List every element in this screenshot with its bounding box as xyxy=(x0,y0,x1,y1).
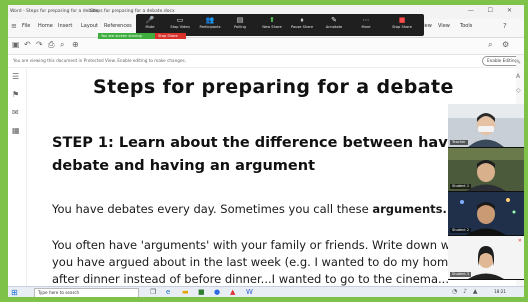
tab-file[interactable]: File xyxy=(22,23,30,29)
participant-video-panel: Teacher Student 1 Student 2 Student 3 ✕ xyxy=(448,104,524,280)
document-page[interactable]: Steps for preparing for a debate STEP 1:… xyxy=(28,68,498,286)
outline-icon[interactable]: ☰ xyxy=(12,72,19,81)
thumbnail-icon[interactable]: ▦ xyxy=(12,126,20,135)
style-icon[interactable]: A xyxy=(516,73,520,80)
pause-icon: ⏸ xyxy=(300,16,304,24)
more-button[interactable]: ⋯ More xyxy=(354,16,378,30)
store-icon[interactable]: ■ xyxy=(198,288,205,297)
step1-heading-line2: debate and having an argument xyxy=(52,158,315,174)
participant-tile[interactable]: Student 3 ✕ xyxy=(448,236,524,279)
windows-start-icon[interactable]: ⊞ xyxy=(11,288,18,297)
toolbar: ▣ ↶ ↷ ⎙ ⌕ ⊕ ⌕ ⚙ xyxy=(8,38,524,55)
shape-icon[interactable]: ◇ xyxy=(516,87,521,94)
mic-icon: 🎤 xyxy=(145,16,155,24)
participant-tile[interactable]: Student 2 xyxy=(448,192,524,235)
stop-share-icon: ■ xyxy=(398,16,406,24)
screen-sharing-indicator: You are screen sharing xyxy=(98,33,155,39)
paragraph-2-line2: you have argued about in the last week (… xyxy=(52,255,484,269)
system-tray-icons[interactable]: ◔ ♪ ▲ xyxy=(452,288,480,295)
poll-icon: ▤ xyxy=(236,16,244,24)
tab-home[interactable]: Home xyxy=(38,23,53,29)
paragraph-1-bold: arguments. xyxy=(372,202,447,216)
participants-icon: 👥 xyxy=(205,16,215,24)
more-icon: ⋯ xyxy=(362,16,370,24)
settings-icon[interactable]: ⚙ xyxy=(502,40,509,49)
save-icon[interactable]: ▣ xyxy=(12,40,20,49)
participant-name: Student 2 xyxy=(450,228,472,233)
step1-heading-line1: STEP 1: Learn about the difference betwe… xyxy=(52,135,489,151)
share-icon: ⬆ xyxy=(269,16,275,24)
zoom-icon[interactable]: ⊕ xyxy=(72,40,79,49)
file-explorer-icon[interactable]: ▬ xyxy=(182,288,189,297)
window-controls[interactable]: — ☐ ✕ xyxy=(468,7,518,14)
bookmark-icon[interactable]: ⚑ xyxy=(12,90,19,99)
windows-taskbar: ⊞ Type here to search ❐ e ▬ ■ ● ▲ W ◔ ♪ … xyxy=(8,286,524,297)
comment-icon[interactable]: ✉ xyxy=(12,108,19,117)
paragraph-1-text: You have debates every day. Sometimes yo… xyxy=(52,202,373,216)
participants-button[interactable]: 👥 Participants xyxy=(198,16,222,30)
paragraph-2-line1: You often have 'arguments' with your fam… xyxy=(52,238,469,252)
stop-share-strip-button[interactable]: Stop Share xyxy=(155,33,186,39)
window-title: Word - Steps for preparing for a debate xyxy=(10,9,99,14)
annotate-button[interactable]: ✎ Annotate xyxy=(322,16,346,30)
search-icon[interactable]: ⌕ xyxy=(488,40,492,50)
pause-share-button[interactable]: ⏸ Pause Share xyxy=(290,16,314,30)
redo-icon[interactable]: ↷ xyxy=(36,40,43,49)
taskbar-clock: 18:21 xyxy=(494,289,507,294)
participant-tile[interactable]: Teacher xyxy=(448,104,524,147)
paragraph-2-line3: after dinner instead of before dinner...… xyxy=(52,272,449,286)
task-view-icon[interactable]: ❐ xyxy=(150,288,156,297)
protected-view-bar: You are viewing this document in Protect… xyxy=(8,55,524,68)
taskbar-search-input[interactable]: Type here to search xyxy=(34,288,139,297)
document-heading: Steps for preparing for a debate xyxy=(93,76,454,98)
paragraph-1: You have debates every day. Sometimes yo… xyxy=(52,202,447,216)
screen: Word - Steps for preparing for a debate … xyxy=(8,5,524,297)
left-sidebar: ☰ ⚑ ✉ ▦ xyxy=(8,68,27,286)
polling-button[interactable]: ▤ Polling xyxy=(228,16,252,30)
edit-icon[interactable]: ✎ xyxy=(516,59,521,66)
annotate-icon: ✎ xyxy=(331,16,337,24)
zoom-app-icon[interactable]: ● xyxy=(214,288,220,297)
stop-share-button[interactable]: ■ Stop Share xyxy=(390,16,414,30)
tab-layout[interactable]: Layout xyxy=(81,23,98,29)
help-icon[interactable]: ? xyxy=(503,22,507,30)
tab-view[interactable]: View xyxy=(438,23,450,29)
mute-button[interactable]: 🎤 Mute xyxy=(138,16,162,30)
new-share-button[interactable]: ⬆ New Share xyxy=(260,16,284,30)
tab-tools[interactable]: Tools xyxy=(460,23,472,29)
participant-tile[interactable]: Student 1 xyxy=(448,148,524,191)
find-icon[interactable]: ⌕ xyxy=(60,40,64,50)
pdf-app-icon[interactable]: ▲ xyxy=(230,288,235,297)
print-icon[interactable]: ⎙ xyxy=(48,40,54,50)
menu-icon[interactable]: ≡ xyxy=(11,22,17,30)
notice-text: You are viewing this document in Protect… xyxy=(13,58,186,63)
edge-browser-icon[interactable]: e xyxy=(166,288,170,297)
stop-video-button[interactable]: ▭ Stop Video xyxy=(168,16,192,30)
muted-mic-icon: ✕ xyxy=(517,238,522,244)
word-app-icon[interactable]: W xyxy=(246,288,253,297)
tab-references[interactable]: References xyxy=(104,23,132,29)
participant-name: Student 3 xyxy=(450,272,472,277)
participant-name: Student 1 xyxy=(450,184,472,189)
tab-insert[interactable]: Insert xyxy=(58,23,72,29)
participant-name: Teacher xyxy=(450,140,468,145)
undo-icon[interactable]: ↶ xyxy=(24,40,31,49)
video-icon: ▭ xyxy=(176,16,184,24)
